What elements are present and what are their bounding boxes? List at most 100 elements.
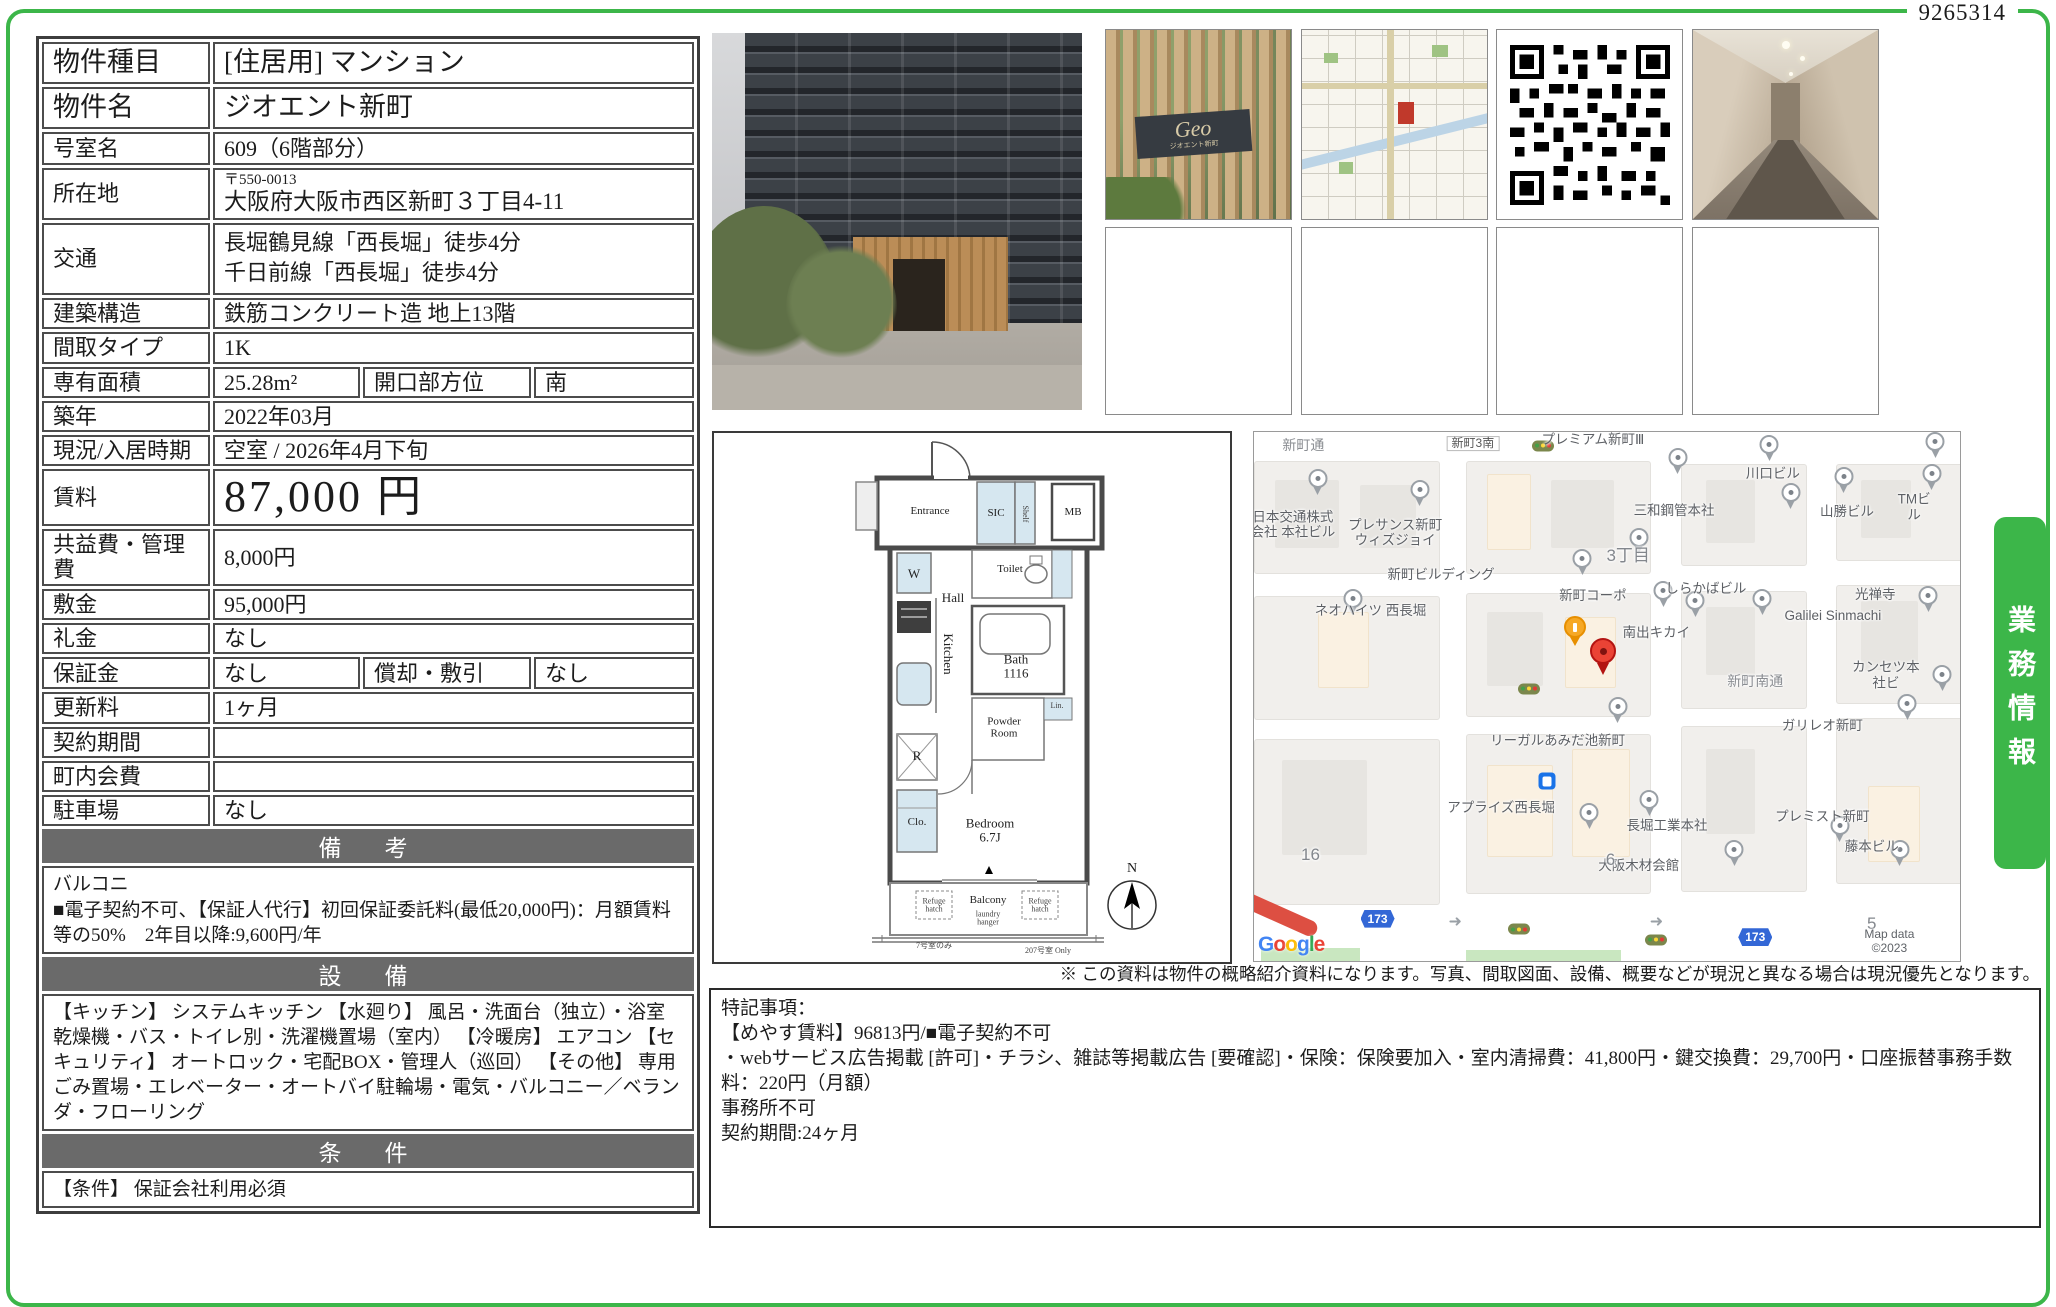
map-pin <box>1898 694 1917 720</box>
pin-tail <box>1614 715 1622 723</box>
light-dot <box>1527 687 1531 691</box>
map-label: Galilei Sinmachi <box>1785 608 1882 624</box>
map-label: アプライズ西長堀 <box>1447 800 1555 816</box>
floor-plan-label: Powder Room <box>987 716 1021 739</box>
pin-tail <box>1659 599 1667 607</box>
map-pin <box>1834 467 1853 493</box>
pin-tail <box>1730 858 1738 866</box>
section-header-notes: 備 考 <box>42 829 694 863</box>
light-dot <box>1660 938 1664 942</box>
light-dot <box>1523 927 1527 931</box>
transit-line-2: 千日前線「西長堀」徒歩4分 <box>224 258 499 288</box>
table-row: 駐車場 なし <box>42 795 694 826</box>
floor-plan-label: W <box>908 567 920 581</box>
pin-head <box>1933 665 1952 684</box>
paper-map-road <box>1302 83 1487 89</box>
floor-plan-label: 207号室 Only <box>1025 947 1071 955</box>
pin-tail <box>1570 637 1580 646</box>
map-pin <box>1573 549 1592 575</box>
photo-tree <box>786 244 897 372</box>
map-pin <box>1668 448 1687 474</box>
table-row: 物件名 ジオエント新町 <box>42 87 694 129</box>
pin-head <box>1564 616 1586 638</box>
map-label: 新町ビルディング <box>1388 567 1495 583</box>
row-label: 共益費・管理費 <box>42 529 210 586</box>
compass: N <box>1102 861 1162 935</box>
row-value: 1K <box>213 332 694 363</box>
map-label: 藤本ビル <box>1845 839 1899 855</box>
row-label: 更新料 <box>42 692 210 723</box>
row-value: 2022年03月 <box>213 401 694 432</box>
row-label: 契約期間 <box>42 727 210 758</box>
map-label: 日本交通株式 会社 本社ビル <box>1253 509 1335 540</box>
section-header-equipment: 設 備 <box>42 957 694 991</box>
pin-head <box>1668 448 1687 467</box>
map-pin <box>1580 803 1599 829</box>
map-building <box>1706 607 1755 676</box>
floor-plan-label: Kitchen <box>941 633 955 674</box>
row-value: ジオエント新町 <box>213 87 694 129</box>
row-value: 鉄筋コンクリート造 地上13階 <box>213 298 694 329</box>
row-label: 賃料 <box>42 469 210 526</box>
note-line: 【めやす賃料】96813円/■電子契約不可 <box>721 1021 2029 1046</box>
pin-tail <box>1585 821 1593 829</box>
pin-head <box>1725 840 1744 859</box>
rent-value: 87,000 円 <box>213 469 694 526</box>
map-pin <box>1922 464 1941 490</box>
business-info-side-tab[interactable]: 業務情報 <box>1994 517 2046 869</box>
google-logo-letter: o <box>1285 933 1297 956</box>
route-shield: 173 <box>1738 928 1772 946</box>
table-row: 物件種目 [住居用] マンション <box>42 42 694 84</box>
paper-map-road <box>1387 30 1394 219</box>
row-value: なし <box>213 795 694 826</box>
map-building <box>1487 474 1531 550</box>
note-line: 契約期間:24ヶ月 <box>721 1121 2029 1146</box>
map-pin <box>1308 469 1327 495</box>
map-label: 3丁目 <box>1606 547 1649 567</box>
table-row: 更新料 1ヶ月 <box>42 692 694 723</box>
pin-tail <box>1896 858 1904 866</box>
table-row: 町内会費 <box>42 761 694 792</box>
row-label: 交通 <box>42 223 210 295</box>
map-label: 新町コーポ <box>1559 588 1627 604</box>
pin-head <box>1629 528 1648 547</box>
notes-section-line: ■電子契約不可、【保証人代行】初回保証委託料(最低20,000円)：月額賃料等の… <box>53 898 683 948</box>
map-pin <box>1410 480 1429 506</box>
table-row-area: 専有面積 25.28m² 開口部方位 南 <box>42 367 694 398</box>
google-logo-letter: e <box>1314 933 1325 956</box>
pin-tail <box>1578 567 1586 575</box>
map-label: ガリレオ新町 <box>1782 718 1863 734</box>
pin-tail <box>1645 808 1653 816</box>
traffic-light-icon <box>1645 934 1667 945</box>
compass-north-label: N <box>1102 861 1162 877</box>
empty-photo-placeholder <box>1692 227 1879 415</box>
row-value: 8,000円 <box>213 529 694 586</box>
row-label: 間取タイプ <box>42 332 210 363</box>
pin-head <box>1640 790 1659 809</box>
row-value: 空室 / 2026年4月下旬 <box>213 435 694 466</box>
pin-tail <box>1928 482 1936 490</box>
table-row: 礼金 なし <box>42 623 694 654</box>
paper-map-park <box>1432 45 1448 57</box>
pin-tail <box>1903 712 1911 720</box>
row-label: 建築構造 <box>42 298 210 329</box>
floor-plan-label: Toilet <box>997 564 1023 576</box>
side-tab-label: 業務情報 <box>2000 605 2040 781</box>
map-building <box>1487 612 1543 686</box>
pin-tail <box>1765 453 1773 461</box>
traffic-light-icon <box>1508 924 1530 935</box>
floor-plan-label: Balcony <box>970 895 1007 907</box>
map-pin <box>1926 432 1945 458</box>
pin-head <box>1898 694 1917 713</box>
row-value <box>213 727 694 758</box>
pin-head <box>1922 464 1941 483</box>
pin-tail <box>1314 487 1322 495</box>
compass-graphic <box>1104 877 1160 933</box>
photo-ceiling-light <box>1789 72 1793 76</box>
pin-head <box>1410 480 1429 499</box>
pin-head <box>1753 589 1772 608</box>
google-map: 新町通新町3南プレミアム新町Ⅲ川口ビル三和鋼管本社山勝ビルTMビル日本交通株式 … <box>1253 431 1961 962</box>
floor-plan-label: Bath 1116 <box>1003 652 1028 679</box>
pin-head <box>1590 638 1616 664</box>
empty-photo-placeholder <box>1301 227 1488 415</box>
